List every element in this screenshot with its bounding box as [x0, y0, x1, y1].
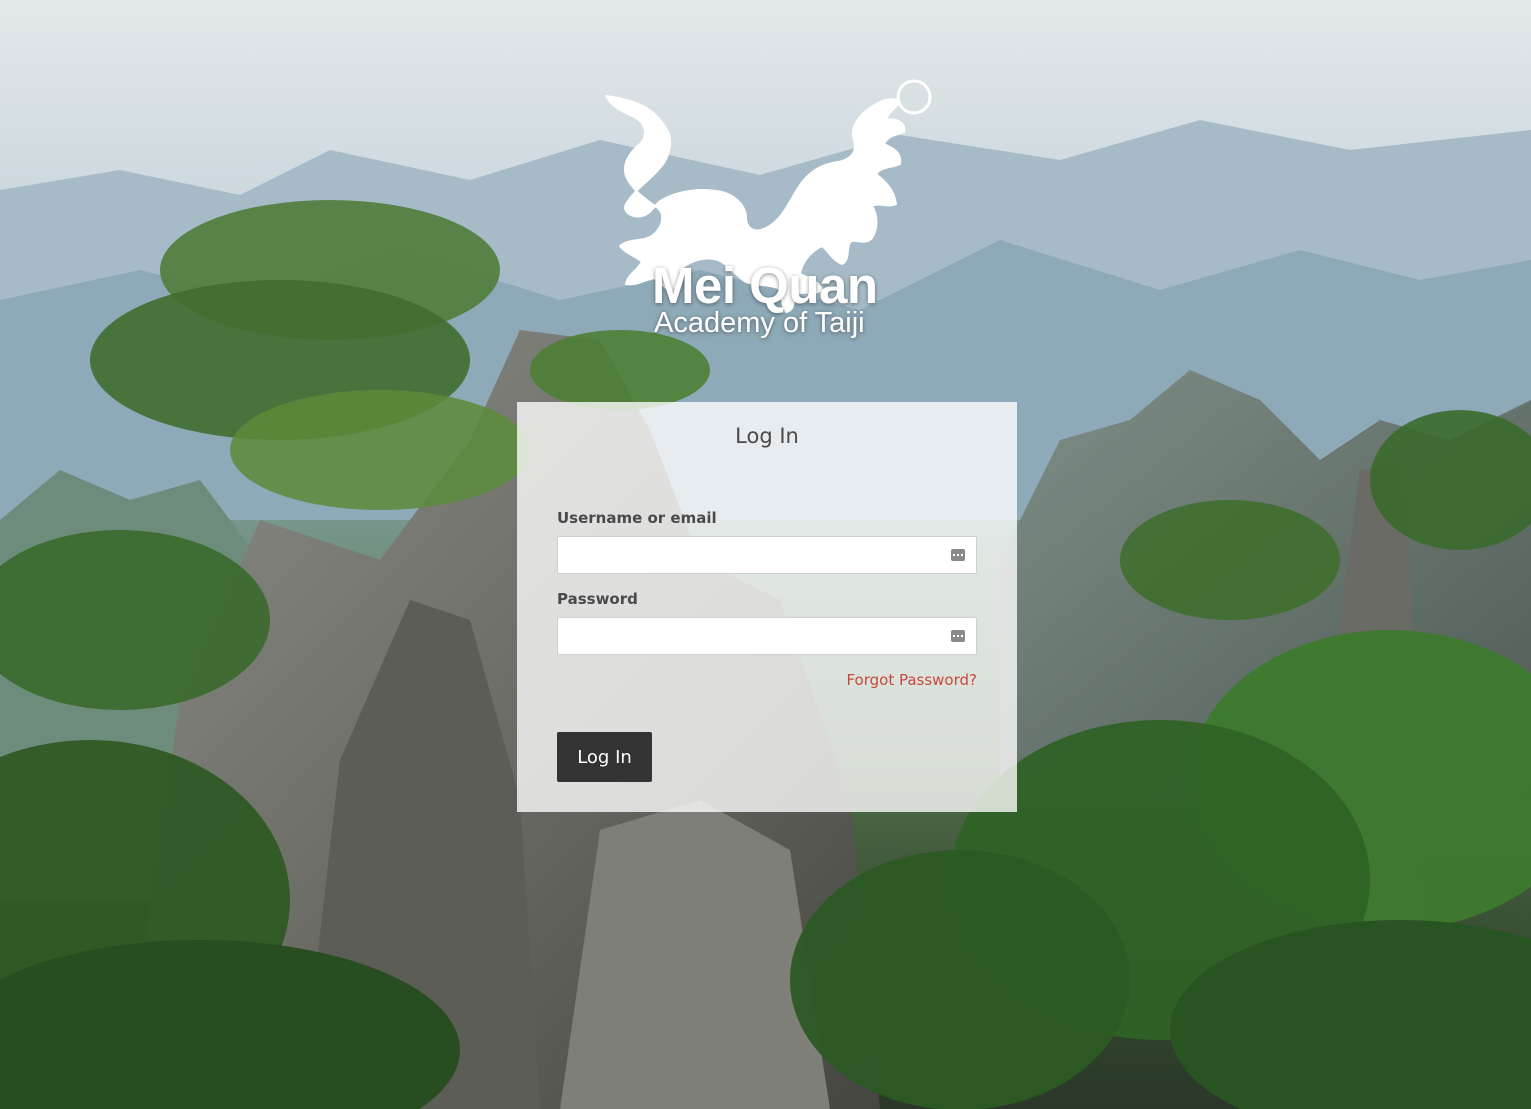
autofill-key-icon[interactable]: [951, 630, 965, 642]
password-input[interactable]: [558, 618, 958, 654]
forgot-password-link[interactable]: Forgot Password?: [846, 671, 977, 689]
password-label: Password: [557, 590, 638, 608]
username-field-wrapper: [557, 536, 977, 574]
login-card: Log In Username or email Password Forgot…: [517, 402, 1017, 812]
autofill-key-icon[interactable]: [951, 549, 965, 561]
username-label: Username or email: [557, 509, 717, 527]
password-field-wrapper: [557, 617, 977, 655]
login-page: Mei Quan Academy of Taiji Log In Usernam…: [0, 0, 1531, 1109]
login-button[interactable]: Log In: [557, 732, 652, 782]
brand-subtitle: Academy of Taiji: [654, 307, 865, 339]
username-input[interactable]: [558, 537, 958, 573]
login-heading: Log In: [735, 424, 799, 448]
